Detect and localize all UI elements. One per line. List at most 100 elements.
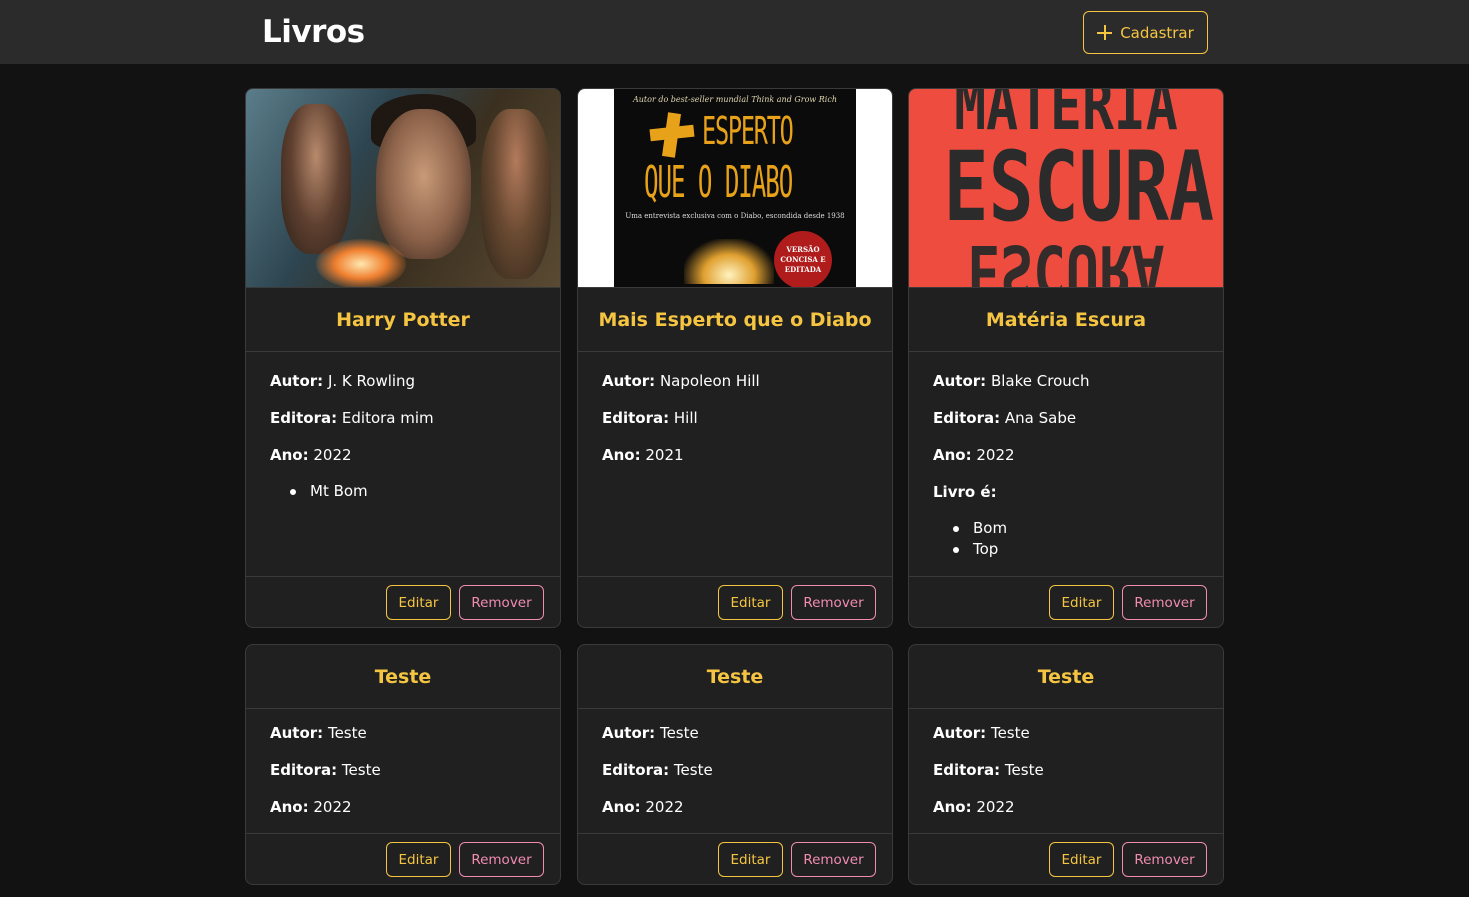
book-card: Teste Autor: Teste Editora: Teste Ano: 2… — [577, 644, 893, 885]
cover-seal: VERSÃO CONCISA E EDITADA — [774, 231, 832, 287]
edit-button[interactable]: Editar — [718, 842, 783, 877]
author-value: Blake Crouch — [990, 372, 1090, 390]
author-label: Autor: — [602, 724, 656, 742]
author-label: Autor: — [602, 372, 656, 390]
year-label: Ano: — [933, 446, 972, 464]
book-publisher: Editora: Editora mim — [270, 409, 434, 427]
publisher-label: Editora: — [270, 409, 338, 427]
page-title: Livros — [262, 14, 365, 50]
book-tags: Mt Bom — [286, 481, 368, 502]
publisher-value: Ana Sabe — [1004, 409, 1077, 427]
card-actions: Editar Remover — [578, 833, 892, 884]
year-value: 2022 — [313, 446, 352, 464]
book-year: Ano: 2022 — [602, 798, 684, 816]
publisher-label: Editora: — [270, 761, 338, 779]
year-label: Ano: — [270, 446, 309, 464]
year-value: 2022 — [976, 798, 1015, 816]
year-label: Ano: — [933, 798, 972, 816]
cover-text: ESCURA — [967, 229, 1165, 288]
book-title: Teste — [578, 645, 892, 709]
book-publisher: Editora: Teste — [933, 761, 1044, 779]
book-year: Ano: 2022 — [933, 446, 1015, 464]
publisher-value: Teste — [341, 761, 381, 779]
book-cover-image: MATÉRIA ESCURA ESCURA — [909, 89, 1223, 288]
author-label: Autor: — [933, 724, 987, 742]
remove-button[interactable]: Remover — [791, 842, 876, 877]
publisher-label: Editora: — [602, 409, 670, 427]
list-item: Bom — [949, 518, 1007, 539]
publisher-label: Editora: — [933, 409, 1001, 427]
book-card: Teste Autor: Teste Editora: Teste Ano: 2… — [245, 644, 561, 885]
remove-button[interactable]: Remover — [791, 585, 876, 620]
remove-button[interactable]: Remover — [459, 585, 544, 620]
book-author: Autor: J. K Rowling — [270, 372, 415, 390]
add-book-button[interactable]: Cadastrar — [1083, 11, 1208, 54]
book-title: Harry Potter — [246, 288, 560, 352]
edit-button[interactable]: Editar — [386, 585, 451, 620]
card-actions: Editar Remover — [909, 833, 1223, 884]
cover-text: ESCURA — [943, 131, 1215, 243]
edit-button[interactable]: Editar — [718, 585, 783, 620]
author-label: Autor: — [270, 724, 324, 742]
remove-button[interactable]: Remover — [459, 842, 544, 877]
remove-button[interactable]: Remover — [1122, 842, 1207, 877]
book-title: Mais Esperto que o Diabo — [578, 288, 892, 352]
edit-button[interactable]: Editar — [1049, 585, 1114, 620]
book-tags-heading: Livro é: — [933, 483, 997, 501]
year-value: 2021 — [645, 446, 684, 464]
book-card: Teste Autor: Teste Editora: Teste Ano: 2… — [908, 644, 1224, 885]
author-value: J. K Rowling — [327, 372, 416, 390]
year-label: Ano: — [602, 446, 641, 464]
list-item: Top — [949, 539, 1007, 560]
book-author: Autor: Blake Crouch — [933, 372, 1090, 390]
publisher-value: Editora mim — [341, 409, 434, 427]
book-publisher: Editora: Teste — [270, 761, 381, 779]
publisher-label: Editora: — [933, 761, 1001, 779]
book-title: Teste — [246, 645, 560, 709]
book-author: Autor: Napoleon Hill — [602, 372, 760, 390]
card-actions: Editar Remover — [578, 576, 892, 627]
year-value: 2022 — [976, 446, 1015, 464]
book-card: MATÉRIA ESCURA ESCURA Matéria Escura Aut… — [908, 88, 1224, 628]
list-item: Mt Bom — [286, 481, 368, 502]
author-value: Teste — [990, 724, 1030, 742]
author-label: Autor: — [270, 372, 324, 390]
card-actions: Editar Remover — [909, 576, 1223, 627]
year-label: Ano: — [602, 798, 641, 816]
card-actions: Editar Remover — [246, 576, 560, 627]
year-label: Ano: — [270, 798, 309, 816]
edit-button[interactable]: Editar — [386, 842, 451, 877]
book-publisher: Editora: Hill — [602, 409, 698, 427]
book-card: Autor do best-seller mundial Think and G… — [577, 88, 893, 628]
book-tags: Bom Top — [949, 518, 1007, 560]
remove-button[interactable]: Remover — [1122, 585, 1207, 620]
cover-text: Autor do best-seller mundial Think and G… — [633, 95, 837, 104]
top-bar: Livros Cadastrar — [0, 0, 1469, 64]
book-title: Matéria Escura — [909, 288, 1223, 352]
book-author: Autor: Teste — [933, 724, 1030, 742]
book-publisher: Editora: Teste — [602, 761, 713, 779]
book-author: Autor: Teste — [602, 724, 699, 742]
year-value: 2022 — [313, 798, 352, 816]
tags-label: Livro é: — [933, 483, 997, 501]
add-book-button-label: Cadastrar — [1120, 23, 1194, 42]
cross-icon — [650, 113, 694, 157]
cover-text: Uma entrevista exclusiva com o Diabo, es… — [625, 212, 845, 220]
book-publisher: Editora: Ana Sabe — [933, 409, 1076, 427]
card-actions: Editar Remover — [246, 833, 560, 884]
publisher-value: Hill — [673, 409, 698, 427]
edit-button[interactable]: Editar — [1049, 842, 1114, 877]
book-title: Teste — [909, 645, 1223, 709]
author-label: Autor: — [933, 372, 987, 390]
year-value: 2022 — [645, 798, 684, 816]
book-card: Harry Potter Autor: J. K Rowling Editora… — [245, 88, 561, 628]
plus-icon — [1097, 25, 1113, 40]
author-value: Teste — [327, 724, 367, 742]
publisher-value: Teste — [1004, 761, 1044, 779]
book-year: Ano: 2022 — [933, 798, 1015, 816]
book-author: Autor: Teste — [270, 724, 367, 742]
author-value: Napoleon Hill — [659, 372, 760, 390]
book-year: Ano: 2022 — [270, 446, 352, 464]
author-value: Teste — [659, 724, 699, 742]
book-year: Ano: 2022 — [270, 798, 352, 816]
